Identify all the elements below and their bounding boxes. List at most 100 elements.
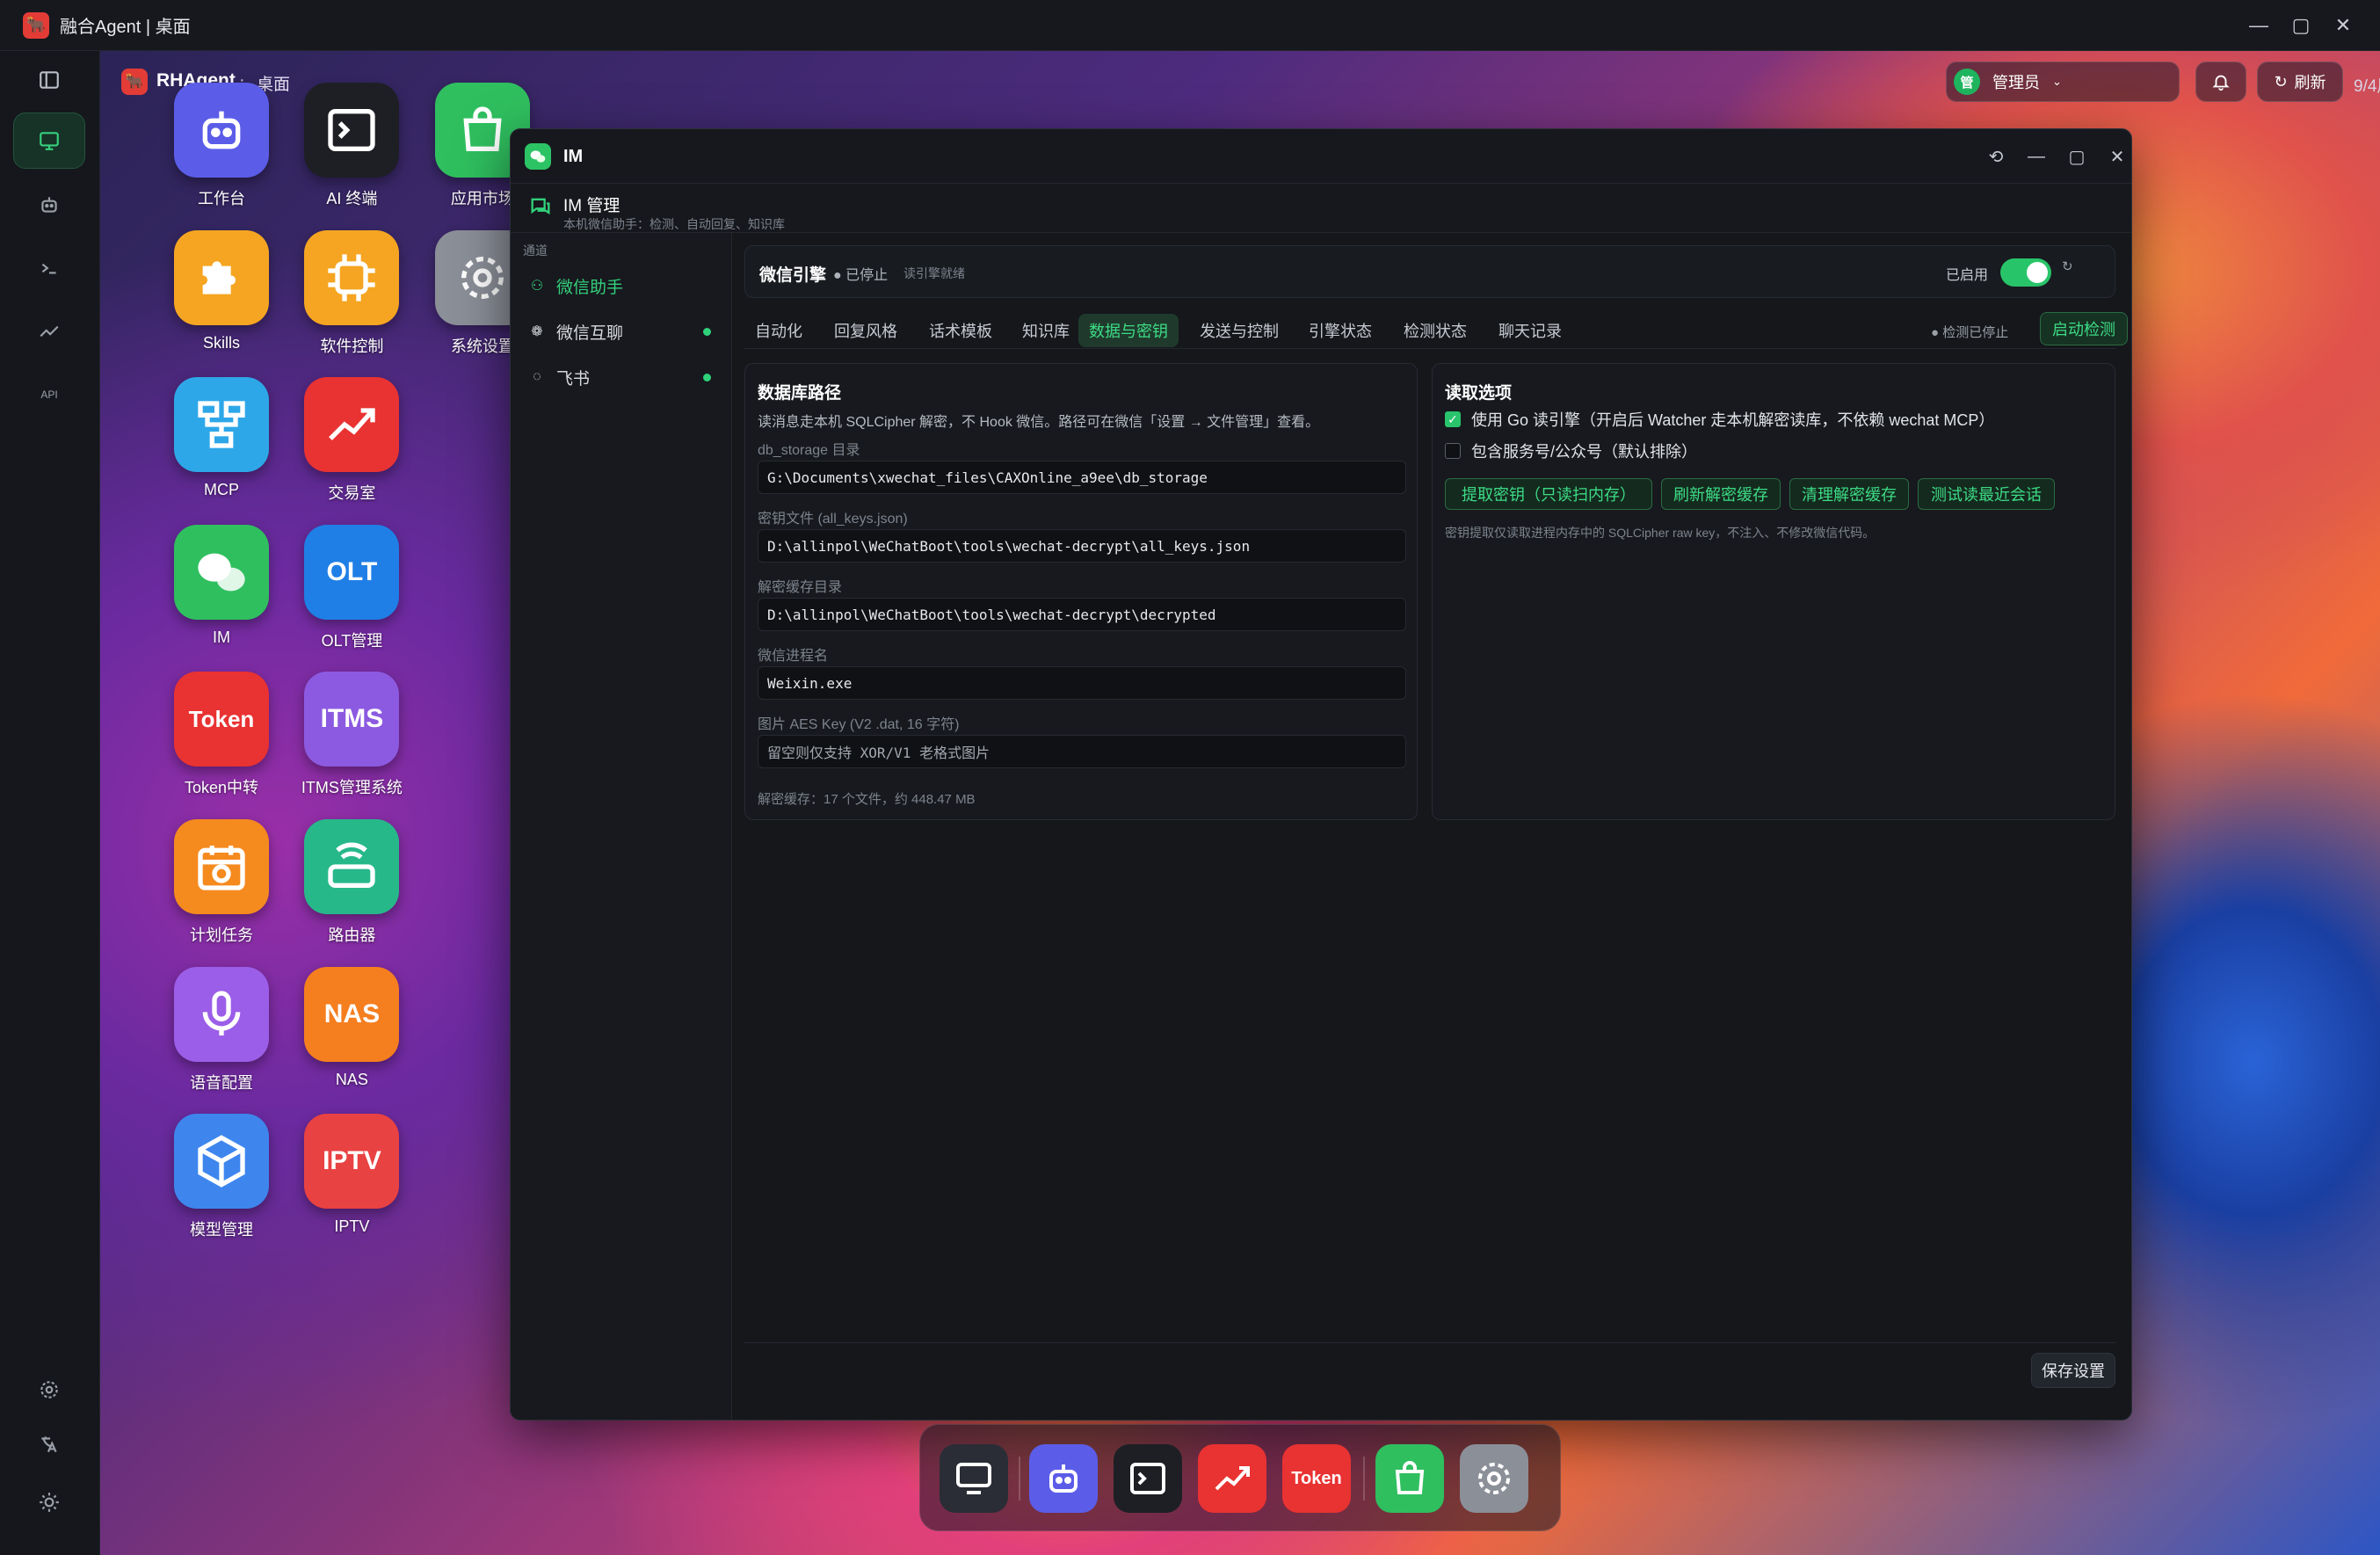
sidebar-item-feishu[interactable]: ◌ 飞书 <box>518 358 725 396</box>
field-label: 图片 AES Key (V2 .dat, 16 字符) <box>758 717 960 732</box>
desktop-app-15[interactable]: 语音配置 <box>156 966 287 1094</box>
clock: 9/4周五 11:37 <box>2354 77 2380 96</box>
save-settings-button[interactable]: 保存设置 <box>2031 1353 2115 1388</box>
engine-bar: 微信引擎 ● 已停止 读引擎就绪 已启用 ↻ <box>744 245 2115 298</box>
app-logo-icon: 🐂 <box>23 11 49 39</box>
decrypt-cache-field[interactable]: D:\allinpol\WeChatBoot\tools\wechat-decr… <box>758 598 1406 631</box>
brand-logo-icon: 🐂 <box>121 69 148 95</box>
bull-chip-icon <box>304 229 400 325</box>
tab-knowledge[interactable]: 知识库 <box>1012 314 1080 347</box>
robot-icon: ⚇ <box>530 279 544 294</box>
im-window-title: IM <box>563 147 584 166</box>
robot-icon[interactable] <box>13 179 85 230</box>
desktop-app-18[interactable]: IPTV IPTV <box>286 1114 417 1236</box>
refresh-cache-button[interactable]: 刷新解密缓存 <box>1661 478 1781 510</box>
sidebar-item-wechat-chat[interactable]: ❁ 微信互聊 <box>518 312 725 351</box>
chevron-down-icon: ⌄ <box>2052 75 2062 88</box>
minimize-button[interactable]: — <box>2021 142 2052 171</box>
engine-toggle[interactable] <box>2000 258 2051 287</box>
tab-chat-history[interactable]: 聊天记录 <box>1488 314 1572 347</box>
desktop-app-label: 计划任务 <box>189 926 253 945</box>
robot-icon <box>173 83 269 178</box>
im-window: IM ⟲ — ▢ ✕ IM 管理 本机微信助手：检测、自动回复、知识库 通道 ⚇… <box>510 128 2132 1421</box>
calendar-clock-icon <box>173 819 269 915</box>
desktop-app-label: 交易室 <box>328 484 376 503</box>
desktop-app-label: Skills <box>202 333 240 352</box>
translate-icon[interactable] <box>13 1419 85 1470</box>
go-engine-checkbox[interactable]: ✓ 使用 Go 读引擎（开启后 Watcher 走本机解密读库，不依赖 wech… <box>1445 408 1994 431</box>
user-menu[interactable]: 管 管理员 ⌄ <box>1946 62 2180 102</box>
refresh-button[interactable]: ↻ 刷新 <box>2257 62 2343 102</box>
extract-key-button[interactable]: 提取密钥（只读扫内存） <box>1445 478 1652 510</box>
sidebar-heading: 通道 <box>523 243 548 258</box>
history-icon[interactable]: ⟲ <box>1980 142 2012 171</box>
desktop-app-10[interactable]: OLT OLT管理 <box>286 524 417 651</box>
im-subheader: IM 管理 本机微信助手：检测、自动回复、知识库 <box>511 184 2131 233</box>
desktop-app-7[interactable]: MCP <box>156 377 287 499</box>
start-detect-button[interactable]: 启动检测 <box>2040 312 2128 345</box>
puzzle-icon <box>173 229 269 325</box>
refresh-icon[interactable]: ↻ <box>2062 258 2073 274</box>
desktop-app-label: 模型管理 <box>189 1221 253 1239</box>
aes-key-field[interactable]: 留空则仅支持 XOR/V1 老格式图片 <box>758 735 1406 768</box>
include-official-checkbox[interactable]: 包含服务号/公众号（默认排除） <box>1445 440 1697 462</box>
desktop-app-2[interactable]: AI 终端 <box>286 83 417 209</box>
tab-data-keys[interactable]: 数据与密钥 <box>1078 314 1179 347</box>
trend-chart-icon <box>304 377 400 473</box>
desktop-app-4[interactable]: Skills <box>156 229 287 352</box>
db-storage-field[interactable]: G:\Documents\xwechat_files\CAXOnline_a9e… <box>758 461 1406 494</box>
desktop-app-1[interactable]: 工作台 <box>156 83 287 209</box>
refresh-icon: ↻ <box>2274 72 2288 91</box>
chart-icon[interactable] <box>13 306 85 357</box>
tab-detect-status[interactable]: 检测状态 <box>1393 314 1477 347</box>
chat-icon <box>531 198 550 215</box>
dock-trend-chart-icon[interactable] <box>1198 1444 1266 1513</box>
desktop-app-16[interactable]: NAS NAS <box>286 966 417 1089</box>
terminal-icon[interactable] <box>13 243 85 294</box>
desktop-app-11[interactable]: Token Token中转 <box>156 672 287 798</box>
desktop-app-label: ITMS管理系统 <box>301 779 403 797</box>
dock-token-icon[interactable]: Token <box>1282 1444 1351 1513</box>
card-title: 读取选项 <box>1445 384 1513 403</box>
desktop-icon[interactable] <box>13 113 85 169</box>
process-name-field[interactable]: Weixin.exe <box>758 666 1406 700</box>
tab-reply-style[interactable]: 回复风格 <box>824 314 908 347</box>
dock-monitor-icon[interactable] <box>940 1444 1008 1513</box>
checkbox-unchecked-icon <box>1445 443 1461 459</box>
clear-cache-button[interactable]: 清理解密缓存 <box>1789 478 1909 510</box>
desktop-app-13[interactable]: 计划任务 <box>156 819 287 946</box>
tab-templates[interactable]: 话术模板 <box>918 314 1003 347</box>
tab-send-control[interactable]: 发送与控制 <box>1189 314 1289 347</box>
itms-icon: ITMS <box>304 672 400 767</box>
sidebar-toggle-icon[interactable] <box>13 54 85 105</box>
sidebar-item-wechat-assistant[interactable]: ⚇ 微信助手 <box>518 266 725 305</box>
desktop-app-8[interactable]: 交易室 <box>286 377 417 504</box>
wechat-icon: ❁ <box>531 324 543 339</box>
notification-button[interactable] <box>2195 62 2246 102</box>
tab-engine-status[interactable]: 引擎状态 <box>1298 314 1382 347</box>
cube-icon <box>173 1114 269 1210</box>
desktop-app-5[interactable]: 软件控制 <box>286 229 417 357</box>
enabled-label: 已启用 <box>1946 268 1989 283</box>
desktop-app-label: MCP <box>203 481 239 499</box>
close-button[interactable]: ✕ <box>2101 142 2131 171</box>
dock-robot-icon[interactable] <box>1029 1444 1098 1513</box>
desktop-app-9[interactable]: IM <box>156 524 287 647</box>
db-path-card: 数据库路径 读消息走本机 SQLCipher 解密，不 Hook 微信。路径可在… <box>744 363 1418 820</box>
desktop-app-17[interactable]: 模型管理 <box>156 1114 287 1240</box>
gear-icon[interactable] <box>13 1364 85 1415</box>
test-read-button[interactable]: 测试读最近会话 <box>1918 478 2055 510</box>
minimize-button[interactable]: — <box>2238 8 2280 43</box>
dock-terminal-icon[interactable] <box>1114 1444 1182 1513</box>
dock-gear-icon[interactable] <box>1460 1444 1528 1513</box>
sun-icon[interactable] <box>13 1477 85 1528</box>
dock-shopping-bag-icon[interactable] <box>1375 1444 1444 1513</box>
close-button[interactable]: ✕ <box>2322 8 2364 43</box>
desktop-app-12[interactable]: ITMS ITMS管理系统 <box>286 672 417 798</box>
maximize-button[interactable]: ▢ <box>2061 142 2093 171</box>
tab-automation[interactable]: 自动化 <box>744 314 813 347</box>
api-icon[interactable]: API <box>13 369 85 420</box>
keys-file-field[interactable]: D:\allinpol\WeChatBoot\tools\wechat-decr… <box>758 529 1406 563</box>
maximize-button[interactable]: ▢ <box>2280 8 2322 43</box>
desktop-app-14[interactable]: 路由器 <box>286 819 417 946</box>
